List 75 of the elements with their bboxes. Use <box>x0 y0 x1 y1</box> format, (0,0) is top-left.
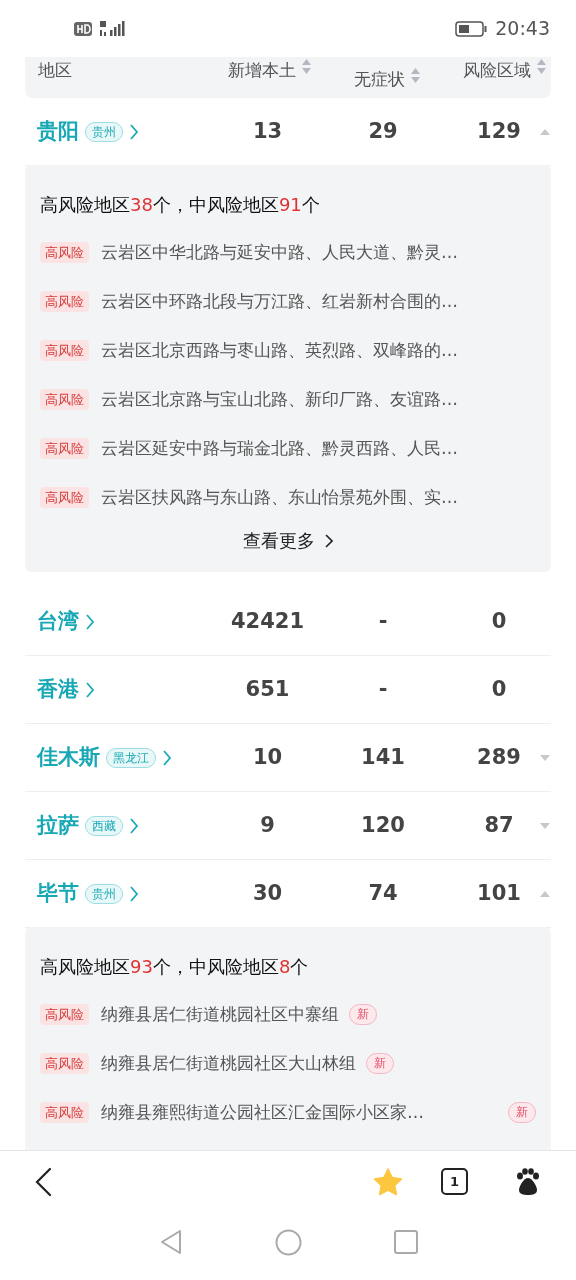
bookmark-star-icon[interactable] <box>373 1167 403 1196</box>
count-value: - <box>378 675 388 703</box>
area-name[interactable]: 纳雍县雍熙街道公园社区汇金国际小区家… <box>101 1099 424 1126</box>
area-name[interactable]: 云岩区扶风路与东山路、东山怡景苑外围、实… <box>101 484 458 511</box>
back-icon[interactable] <box>34 1166 54 1197</box>
column-header: 地区 <box>38 59 72 82</box>
count-value: 74 <box>368 879 398 907</box>
new-badge: 新 <box>349 1004 377 1025</box>
new-badge: 新 <box>508 1102 536 1123</box>
collapse-icon[interactable] <box>539 889 551 898</box>
risk-tag: 高风险 <box>40 1102 89 1123</box>
province-tag: 黑龙江 <box>106 747 156 768</box>
see-more-link[interactable]: 查看更多 <box>243 527 333 554</box>
expand-icon[interactable] <box>539 821 551 830</box>
risk-tag: 高风险 <box>40 1004 89 1025</box>
count-value: 289 <box>477 743 521 771</box>
risk-tag: 高风险 <box>40 242 89 263</box>
count-value: 0 <box>491 607 507 635</box>
chevron-right-icon[interactable] <box>129 884 139 903</box>
count-value: 651 <box>245 675 290 703</box>
area-name[interactable]: 云岩区延安中路与瑞金北路、黔灵西路、人民… <box>101 435 458 462</box>
chevron-right-icon[interactable] <box>85 612 95 631</box>
signal-icon <box>100 19 128 38</box>
chevron-right-icon[interactable] <box>129 816 139 835</box>
chevron-right-icon[interactable] <box>162 748 172 767</box>
hd-icon <box>74 21 92 36</box>
area-name[interactable]: 纳雍县居仁街道桃园社区中寨组 <box>101 1001 339 1028</box>
count-value: 87 <box>484 811 514 839</box>
area-name[interactable]: 云岩区北京西路与枣山路、英烈路、双峰路的… <box>101 337 458 364</box>
count-value: 13 <box>252 117 283 145</box>
sort-icon[interactable] <box>536 58 547 75</box>
sort-icon[interactable] <box>300 58 312 75</box>
chevron-right-icon <box>325 533 333 548</box>
column-header[interactable]: 风险区域 <box>463 58 531 84</box>
expand-icon[interactable] <box>539 753 551 762</box>
sort-icon[interactable] <box>409 67 421 84</box>
area-name[interactable]: 云岩区中华北路与延安中路、人民大道、黔灵… <box>101 239 458 266</box>
area-name[interactable]: 云岩区中环路北段与万江路、红岩新村合围的… <box>101 288 458 315</box>
count-value: 120 <box>361 811 405 839</box>
count-value: 10 <box>252 743 283 771</box>
count-value: 129 <box>477 117 521 145</box>
province-tag: 贵州 <box>85 121 123 142</box>
nav-back-icon[interactable] <box>158 1229 183 1255</box>
column-header[interactable]: 新增本土 <box>227 58 296 84</box>
home-icon[interactable] <box>274 1228 302 1256</box>
count-value: 141 <box>361 743 405 771</box>
risk-tag: 高风险 <box>40 340 89 361</box>
tabs-button[interactable]: 1 <box>441 1168 468 1195</box>
clock-time: 20:43 <box>495 16 550 42</box>
risk-tag: 高风险 <box>40 438 89 459</box>
chevron-right-icon[interactable] <box>129 122 139 141</box>
recents-icon[interactable] <box>393 1230 418 1254</box>
count-value: - <box>378 607 388 635</box>
count-value: 42421 <box>230 607 305 635</box>
province-tag: 贵州 <box>85 883 123 904</box>
area-name[interactable]: 纳雍县居仁街道桃园社区大山林组 <box>101 1050 356 1077</box>
column-header[interactable]: 无症状 <box>353 67 405 93</box>
collapse-icon[interactable] <box>539 127 551 136</box>
risk-tag: 高风险 <box>40 291 89 312</box>
count-value: 0 <box>491 675 507 703</box>
area-name[interactable]: 云岩区北京路与宝山北路、新印厂路、友谊路… <box>101 386 458 413</box>
risk-tag: 高风险 <box>40 1053 89 1074</box>
count-value: 101 <box>477 879 521 907</box>
risk-summary: 高风险地区93个，中风险地区8个 <box>40 955 310 979</box>
new-badge: 新 <box>366 1053 394 1074</box>
battery-icon <box>455 20 488 37</box>
risk-summary: 高风险地区38个，中风险地区91个 <box>40 193 321 217</box>
count-value: 30 <box>252 879 283 907</box>
risk-tag: 高风险 <box>40 487 89 508</box>
count-value: 29 <box>368 117 398 145</box>
chevron-right-icon[interactable] <box>85 680 95 699</box>
paw-icon[interactable] <box>514 1167 542 1196</box>
count-value: 9 <box>260 811 275 839</box>
risk-tag: 高风险 <box>40 389 89 410</box>
province-tag: 西藏 <box>85 815 123 836</box>
